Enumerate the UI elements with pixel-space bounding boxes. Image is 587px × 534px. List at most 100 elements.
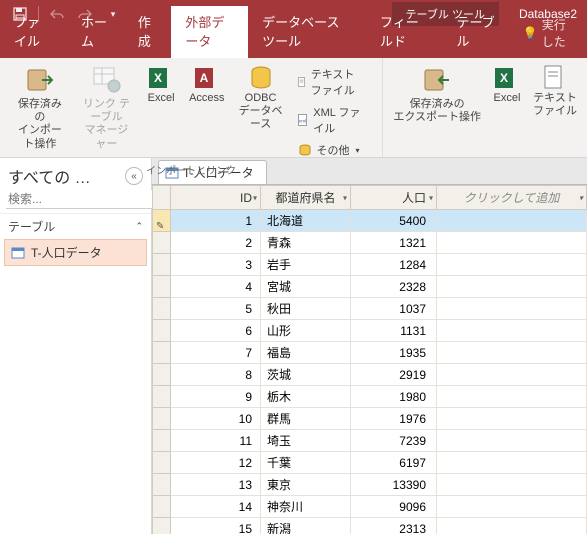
chevron-down-icon[interactable]: ▾ [343, 193, 347, 202]
undo-icon[interactable] [45, 2, 69, 26]
table-row[interactable]: 7福島1935 [153, 342, 587, 364]
row-selector[interactable] [153, 320, 171, 342]
save-icon[interactable] [8, 2, 32, 26]
cell-prefecture[interactable]: 岩手 [261, 254, 351, 276]
import-odbc-button[interactable]: ODBC データベース [235, 62, 287, 134]
column-header-prefecture[interactable]: 都道府県名▾ [261, 186, 351, 210]
cell-population[interactable]: 2328 [351, 276, 437, 298]
cell-id[interactable]: 2 [171, 232, 261, 254]
cell-id[interactable]: 15 [171, 518, 261, 534]
cell-empty[interactable] [437, 254, 587, 276]
row-selector[interactable] [153, 430, 171, 452]
cell-population[interactable]: 2313 [351, 518, 437, 534]
column-header-add[interactable]: クリックして追加▾ [437, 186, 587, 210]
cell-prefecture[interactable]: 青森 [261, 232, 351, 254]
table-row[interactable]: 13東京13390 [153, 474, 587, 496]
cell-population[interactable]: 1284 [351, 254, 437, 276]
cell-prefecture[interactable]: 千葉 [261, 452, 351, 474]
cell-empty[interactable] [437, 276, 587, 298]
cell-population[interactable]: 13390 [351, 474, 437, 496]
table-row[interactable]: 3岩手1284 [153, 254, 587, 276]
cell-id[interactable]: 10 [171, 408, 261, 430]
cell-empty[interactable] [437, 474, 587, 496]
cell-empty[interactable] [437, 320, 587, 342]
cell-empty[interactable] [437, 298, 587, 320]
cell-empty[interactable] [437, 430, 587, 452]
cell-empty[interactable] [437, 386, 587, 408]
row-selector[interactable] [153, 474, 171, 496]
table-row[interactable]: 12千葉6197 [153, 452, 587, 474]
cell-population[interactable]: 6197 [351, 452, 437, 474]
saved-exports-button[interactable]: 保存済みの エクスポート操作 [389, 62, 485, 126]
cell-prefecture[interactable]: 栃木 [261, 386, 351, 408]
table-row[interactable]: 15新潟2313 [153, 518, 587, 534]
cell-empty[interactable] [437, 342, 587, 364]
cell-id[interactable]: 6 [171, 320, 261, 342]
table-row[interactable]: 11埼玉7239 [153, 430, 587, 452]
row-selector[interactable] [153, 364, 171, 386]
nav-collapse-icon[interactable]: « [125, 167, 143, 185]
chevron-down-icon[interactable]: ▾ [579, 193, 583, 202]
cell-empty[interactable] [437, 210, 587, 232]
cell-empty[interactable] [437, 232, 587, 254]
table-row[interactable]: 4宮城2328 [153, 276, 587, 298]
cell-id[interactable]: 1 [171, 210, 261, 232]
cell-prefecture[interactable]: 福島 [261, 342, 351, 364]
datasheet-grid[interactable]: ID▾ 都道府県名▾ 人口▾ クリックして追加▾ ✎1北海道54002青森132… [152, 184, 587, 534]
cell-empty[interactable] [437, 408, 587, 430]
cell-population[interactable]: 1037 [351, 298, 437, 320]
table-row[interactable]: 8茨城2919 [153, 364, 587, 386]
cell-population[interactable]: 1321 [351, 232, 437, 254]
nav-pane-title[interactable]: すべての … [8, 164, 91, 188]
cell-population[interactable]: 2919 [351, 364, 437, 386]
table-row[interactable]: 6山形1131 [153, 320, 587, 342]
nav-group-tables[interactable]: テーブル⌃ [0, 213, 151, 237]
cell-id[interactable]: 13 [171, 474, 261, 496]
cell-id[interactable]: 11 [171, 430, 261, 452]
table-row[interactable]: 2青森1321 [153, 232, 587, 254]
import-excel-button[interactable]: X Excel [143, 62, 179, 107]
row-selector[interactable] [153, 298, 171, 320]
cell-prefecture[interactable]: 茨城 [261, 364, 351, 386]
import-xml-file-button[interactable]: xmlXML ファイル [293, 102, 373, 138]
cell-population[interactable]: 5400 [351, 210, 437, 232]
cell-prefecture[interactable]: 新潟 [261, 518, 351, 534]
cell-population[interactable]: 1131 [351, 320, 437, 342]
row-selector[interactable] [153, 408, 171, 430]
cell-empty[interactable] [437, 452, 587, 474]
saved-imports-button[interactable]: 保存済みの インポート操作 [10, 62, 70, 153]
import-access-button[interactable]: A Access [185, 62, 228, 107]
cell-population[interactable]: 1935 [351, 342, 437, 364]
cell-population[interactable]: 1976 [351, 408, 437, 430]
row-selector[interactable] [153, 496, 171, 518]
import-text-file-button[interactable]: テキスト ファイル [293, 64, 373, 100]
row-selector[interactable] [153, 232, 171, 254]
table-row[interactable]: ✎1北海道5400 [153, 210, 587, 232]
row-selector[interactable] [153, 452, 171, 474]
tab-external-data[interactable]: 外部データ [171, 6, 248, 58]
nav-search-input[interactable] [6, 190, 165, 209]
row-selector[interactable] [153, 518, 171, 534]
cell-prefecture[interactable]: 秋田 [261, 298, 351, 320]
tab-database-tools[interactable]: データベース ツール [248, 6, 366, 58]
cell-population[interactable]: 1980 [351, 386, 437, 408]
redo-icon[interactable] [73, 2, 97, 26]
column-header-id[interactable]: ID▾ [171, 186, 261, 210]
cell-population[interactable]: 9096 [351, 496, 437, 518]
cell-prefecture[interactable]: 群馬 [261, 408, 351, 430]
tab-tell-me[interactable]: 💡実行した [509, 10, 587, 58]
cell-prefecture[interactable]: 北海道 [261, 210, 351, 232]
linked-table-manager-button[interactable]: リンク テーブル マネージャー [76, 62, 137, 153]
cell-id[interactable]: 7 [171, 342, 261, 364]
column-header-population[interactable]: 人口▾ [351, 186, 437, 210]
export-text-button[interactable]: テキスト ファイル [529, 62, 581, 120]
cell-prefecture[interactable]: 神奈川 [261, 496, 351, 518]
cell-id[interactable]: 8 [171, 364, 261, 386]
import-other-button[interactable]: その他▾ [293, 140, 373, 160]
row-selector[interactable] [153, 386, 171, 408]
chevron-down-icon[interactable]: ▾ [253, 193, 257, 202]
cell-empty[interactable] [437, 496, 587, 518]
cell-id[interactable]: 5 [171, 298, 261, 320]
chevron-down-icon[interactable]: ▾ [429, 193, 433, 202]
cell-id[interactable]: 14 [171, 496, 261, 518]
